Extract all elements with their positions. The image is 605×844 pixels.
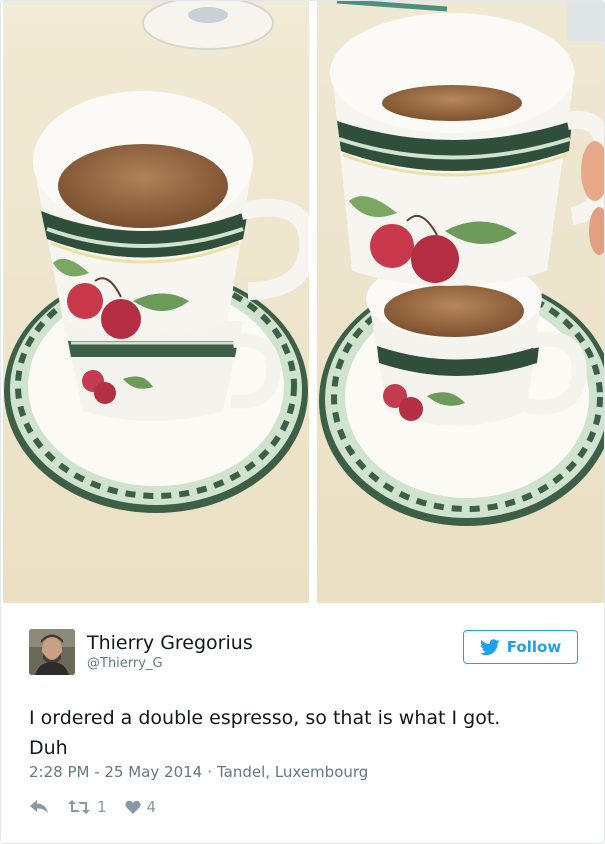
avatar[interactable] xyxy=(29,629,75,675)
photo-stacked-cups[interactable] xyxy=(3,1,309,603)
tweet-text-line-1: I ordered a double espresso, so that is … xyxy=(29,707,501,729)
like-count: 4 xyxy=(146,798,157,816)
tweet-actions: 1 4 xyxy=(29,796,156,818)
author-handle[interactable]: @Thierry_G xyxy=(87,655,253,673)
tweet-card: Thierry Gregorius @Thierry_G Follow I or… xyxy=(0,0,605,844)
follow-label: Follow xyxy=(506,638,562,656)
author-names: Thierry Gregorius @Thierry_G xyxy=(87,631,253,673)
twitter-bird-icon xyxy=(479,638,500,656)
reply-button[interactable] xyxy=(29,799,49,815)
retweet-button[interactable]: 1 xyxy=(67,798,107,816)
tweet-header: Thierry Gregorius @Thierry_G Follow xyxy=(29,629,581,679)
heart-icon xyxy=(124,800,141,815)
tweet-meta: 2:28 PM - 25 May 2014 · Tandel, Luxembourg xyxy=(29,763,368,781)
tweet-text: I ordered a double espresso, so that is … xyxy=(29,703,584,763)
meta-separator: · xyxy=(207,763,212,781)
tweet-media[interactable] xyxy=(1,1,604,605)
author-display-name[interactable]: Thierry Gregorius xyxy=(87,631,253,655)
tweet-timestamp[interactable]: 2:28 PM - 25 May 2014 xyxy=(29,763,202,781)
retweet-icon xyxy=(67,799,91,815)
like-button[interactable]: 4 xyxy=(124,798,157,816)
retweet-count: 1 xyxy=(97,798,107,816)
follow-button[interactable]: Follow xyxy=(463,630,578,664)
photo-lifted-cup[interactable] xyxy=(317,1,604,603)
reply-icon xyxy=(29,799,49,815)
tweet-location[interactable]: Tandel, Luxembourg xyxy=(217,763,368,781)
tweet-text-line-2: Duh xyxy=(29,737,68,759)
